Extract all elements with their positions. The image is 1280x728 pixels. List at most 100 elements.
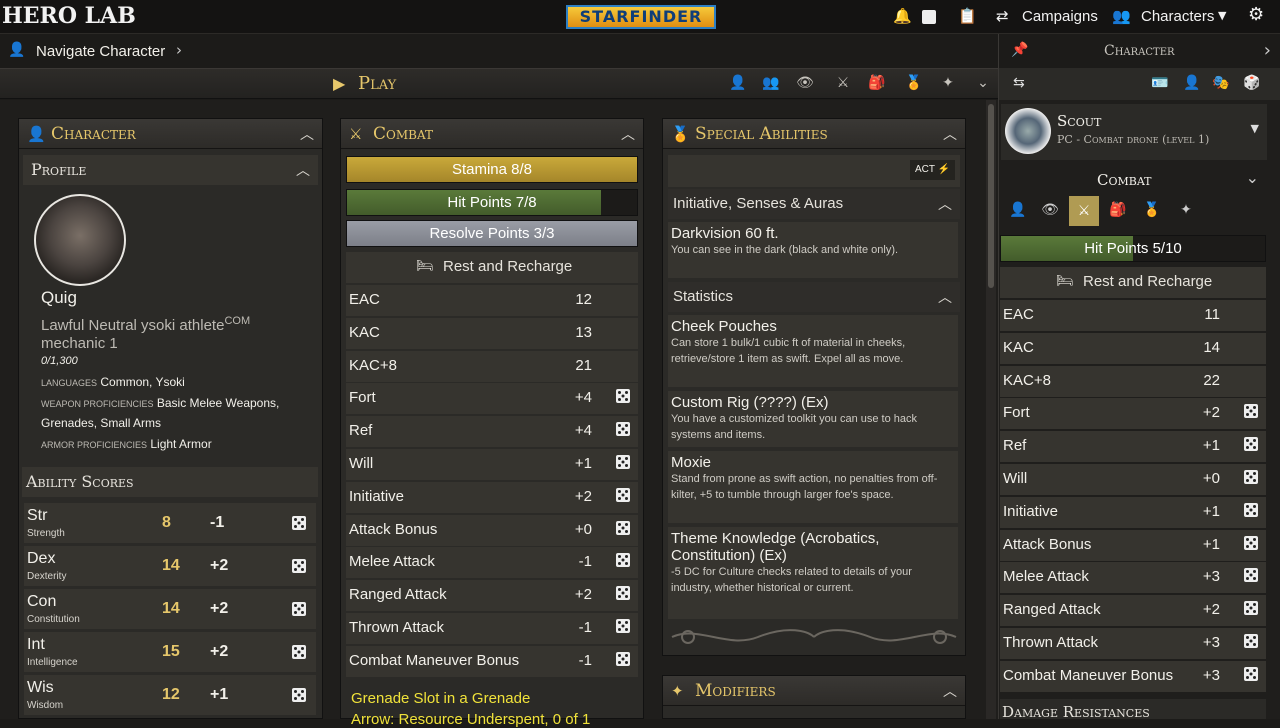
campaigns-icon[interactable]: ⇄: [996, 7, 1009, 25]
dice-icon[interactable]: [1244, 470, 1258, 484]
stat-row[interactable]: Combat Maneuver Bonus -1: [346, 645, 638, 677]
collapse-icon[interactable]: ︿: [621, 124, 635, 144]
dice-icon[interactable]: [1244, 404, 1258, 419]
dice-icon[interactable]: [292, 559, 306, 573]
person-icon[interactable]: 👤: [1183, 75, 1200, 91]
dice-icon[interactable]: [1244, 568, 1258, 583]
stamina-bar[interactable]: Stamina 8/8: [346, 156, 638, 183]
tab-person-icon[interactable]: 👤: [1007, 202, 1029, 218]
tab-combat-icon[interactable]: ⚔: [1069, 196, 1099, 226]
stat-row[interactable]: Melee Attack -1: [346, 547, 638, 579]
ability-item[interactable]: Moxie Stand from prone as swift action, …: [668, 451, 958, 523]
stat-row[interactable]: Ref +4: [346, 416, 638, 448]
tab-senses-icon[interactable]: 👁: [794, 75, 816, 91]
tab-eye-icon[interactable]: 👁: [1039, 202, 1061, 218]
dice-icon[interactable]: [616, 586, 630, 601]
statistics-header[interactable]: Statistics ︿: [668, 282, 960, 312]
tab-gear-icon[interactable]: 🎒: [1107, 202, 1129, 218]
chevron-down-icon[interactable]: ⌄: [972, 75, 994, 91]
dice-icon[interactable]: [616, 487, 630, 502]
hit-points-bar[interactable]: Hit Points 7/8: [346, 189, 638, 216]
collapse-icon[interactable]: ︿: [943, 124, 957, 144]
tab-medal-icon[interactable]: 🏅: [1141, 202, 1163, 218]
senses-header[interactable]: Initiative, Senses & Auras ︿: [668, 189, 960, 219]
chevron-down-icon[interactable]: ⌄: [1246, 168, 1259, 187]
stat-row[interactable]: EAC 11: [1000, 300, 1266, 331]
main-scrollbar-thumb[interactable]: [988, 104, 994, 288]
swap-icon[interactable]: ⇆: [1013, 75, 1025, 91]
tab-spells-icon[interactable]: ✦: [937, 75, 959, 91]
act-button[interactable]: ACT ⚡: [910, 160, 955, 180]
dice-icon[interactable]: [616, 553, 630, 568]
campaigns-link[interactable]: Campaigns: [1022, 8, 1098, 25]
dice-icon[interactable]: [922, 10, 936, 24]
clipboard-alert-icon[interactable]: 📋: [958, 7, 977, 25]
tab-character-icon[interactable]: 👤: [727, 75, 749, 91]
stat-row[interactable]: Fort +4: [346, 383, 638, 415]
tab-gear-icon[interactable]: 🎒: [866, 75, 888, 91]
collapse-icon[interactable]: ︿: [943, 681, 957, 701]
dice-icon[interactable]: [1244, 634, 1258, 648]
right-rest-button[interactable]: 🛏 Rest and Recharge: [1000, 267, 1266, 298]
collapse-icon[interactable]: ︿: [938, 194, 952, 214]
dice-icon[interactable]: [1244, 535, 1258, 550]
stat-row[interactable]: Ref +1: [1000, 431, 1266, 463]
dice-icon[interactable]: [616, 619, 630, 633]
tab-combat-icon[interactable]: ⚔: [832, 75, 854, 91]
masks-icon[interactable]: 🎭: [1212, 75, 1229, 91]
stat-row[interactable]: KAC+8 21: [346, 350, 638, 382]
dice-icon[interactable]: [1244, 666, 1258, 681]
ability-score-row[interactable]: Str Strength 8 -1: [24, 503, 316, 543]
stat-row[interactable]: Attack Bonus +0: [346, 514, 638, 546]
ability-scores-header[interactable]: Ability Scores: [22, 467, 318, 497]
stat-row[interactable]: Initiative +2: [346, 481, 638, 513]
tab-abilities-icon[interactable]: 🏅: [903, 75, 925, 91]
tab-party-icon[interactable]: 👥: [760, 75, 782, 91]
navigate-character-link[interactable]: Navigate Character: [36, 43, 165, 60]
dice-icon[interactable]: [292, 516, 306, 530]
gear-icon[interactable]: ⚙: [1248, 4, 1264, 25]
chevron-right-icon[interactable]: ›: [1264, 40, 1271, 61]
dice-icon[interactable]: [616, 651, 630, 666]
dice-icon[interactable]: [616, 520, 630, 535]
ability-score-row[interactable]: Int Intelligence 15 +2: [24, 632, 316, 672]
dice-icon[interactable]: [1244, 502, 1258, 517]
herolab-logo[interactable]: HERO LAB: [2, 3, 136, 29]
characters-icon[interactable]: 👥: [1112, 7, 1131, 25]
collapse-icon[interactable]: ︿: [938, 287, 952, 307]
stat-row[interactable]: Combat Maneuver Bonus +3: [1000, 660, 1266, 692]
stat-row[interactable]: Will +0: [1000, 464, 1266, 495]
dice-icon[interactable]: [1244, 601, 1258, 616]
resolve-points-bar[interactable]: Resolve Points 3/3: [346, 220, 638, 247]
ability-score-row[interactable]: Wis Wisdom 12 +1: [24, 675, 316, 715]
dice-icon[interactable]: [616, 455, 630, 469]
right-combat-header[interactable]: Combat ⌄: [1001, 166, 1267, 194]
dice-icon[interactable]: [616, 389, 630, 404]
ability-score-row[interactable]: Con Constitution 14 +2: [24, 589, 316, 629]
dice-icon[interactable]: [292, 645, 306, 659]
dice-icon[interactable]: [292, 602, 306, 616]
stat-row[interactable]: KAC+8 22: [1000, 365, 1266, 397]
profile-header[interactable]: Profile ︿: [23, 155, 318, 185]
damage-resistances-header[interactable]: Damage Resistances: [1000, 699, 1266, 721]
dice-icon[interactable]: [1244, 437, 1258, 452]
chevron-right-icon[interactable]: ›: [176, 41, 182, 59]
modifiers-header[interactable]: ✦ Modifiers ︿: [663, 676, 965, 706]
stat-row[interactable]: Initiative +1: [1000, 496, 1266, 528]
drone-selector[interactable]: Scout PC - Combat drone (level 1) ▼: [1001, 104, 1267, 160]
dice-icon[interactable]: 🎲: [1243, 75, 1260, 91]
ability-item[interactable]: Cheek Pouches Can store 1 bulk/1 cubic f…: [668, 315, 958, 387]
stat-row[interactable]: Will +1: [346, 449, 638, 480]
tab-sparkle-icon[interactable]: ✦: [1175, 202, 1197, 218]
pin-icon[interactable]: 📌: [1011, 42, 1028, 58]
ability-item[interactable]: Theme Knowledge (Acrobatics, Constitutio…: [668, 527, 958, 619]
stat-row[interactable]: EAC 12: [346, 285, 638, 316]
ability-item[interactable]: Darkvision 60 ft. You can see in the dar…: [668, 222, 958, 278]
stat-row[interactable]: KAC 14: [1000, 332, 1266, 364]
characters-dropdown[interactable]: Characters: [1141, 8, 1214, 25]
stat-row[interactable]: Fort +2: [1000, 398, 1266, 430]
dice-icon[interactable]: [616, 422, 630, 437]
rest-and-recharge-button[interactable]: 🛏 Rest and Recharge: [346, 252, 638, 283]
id-card-icon[interactable]: 🪪: [1151, 75, 1168, 91]
dice-icon[interactable]: [292, 688, 306, 702]
